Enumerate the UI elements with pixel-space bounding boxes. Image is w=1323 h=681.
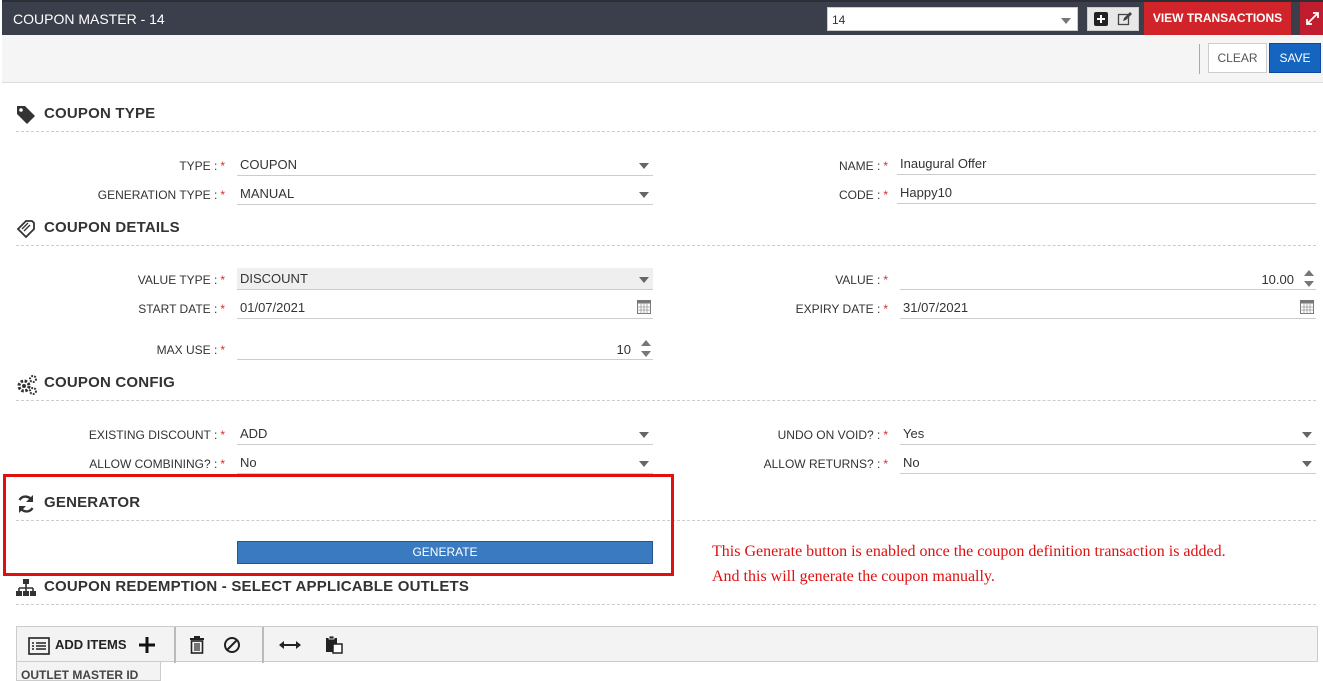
generation-type-select[interactable]: MANUAL bbox=[237, 183, 653, 205]
existing-discount-select[interactable]: ADD bbox=[237, 423, 653, 445]
chevron-down-icon bbox=[639, 192, 649, 198]
stepper-down-icon[interactable] bbox=[641, 351, 651, 357]
section-coupon-config: COUPON CONFIG bbox=[16, 372, 316, 395]
stepper-up-icon[interactable] bbox=[1304, 270, 1314, 276]
sitemap-icon bbox=[16, 579, 36, 596]
allow-combining-label: ALLOW COMBINING? : * bbox=[89, 457, 225, 471]
view-transactions-button[interactable]: VIEW TRANSACTIONS bbox=[1144, 2, 1291, 35]
allow-returns-select[interactable]: No bbox=[900, 452, 1316, 474]
start-date-input[interactable]: 01/07/2021 bbox=[237, 297, 653, 319]
expiry-date-input[interactable]: 31/07/2021 bbox=[900, 297, 1316, 319]
allow-combining-select[interactable]: No bbox=[237, 452, 653, 474]
value-type-label: VALUE TYPE : * bbox=[137, 273, 225, 287]
column-header-outlet-master-id[interactable]: OUTLET MASTER ID bbox=[16, 662, 161, 681]
name-label: NAME : * bbox=[838, 159, 888, 173]
divider bbox=[16, 131, 1316, 132]
undo-on-void-select[interactable]: Yes bbox=[900, 423, 1316, 445]
divider bbox=[16, 604, 1316, 605]
action-toolbar: CLEAR SAVE bbox=[2, 35, 1323, 83]
ticket-icon bbox=[16, 220, 35, 239]
stepper-up-icon[interactable] bbox=[641, 340, 651, 346]
paste-icon[interactable] bbox=[325, 636, 343, 654]
window-title: COUPON MASTER - 14 bbox=[13, 11, 165, 27]
trash-icon[interactable] bbox=[189, 636, 205, 654]
expiry-date-label: EXPIRY DATE : * bbox=[795, 302, 888, 316]
max-use-label: MAX USE : * bbox=[156, 343, 225, 357]
annotation-note: This Generate button is enabled once the… bbox=[712, 539, 1226, 589]
section-title: COUPON CONFIG bbox=[44, 374, 175, 391]
chevron-down-icon bbox=[639, 277, 649, 283]
add-icon[interactable] bbox=[1093, 11, 1109, 27]
section-title: COUPON DETAILS bbox=[44, 219, 180, 236]
type-label: TYPE : * bbox=[179, 159, 225, 173]
max-use-stepper[interactable] bbox=[641, 339, 651, 359]
section-coupon-type: COUPON TYPE bbox=[16, 103, 316, 125]
code-input[interactable]: Happy10 bbox=[897, 182, 1316, 204]
record-actions bbox=[1087, 7, 1139, 31]
value-stepper[interactable] bbox=[1304, 269, 1314, 289]
divider bbox=[16, 245, 1316, 246]
chevron-down-icon bbox=[1061, 18, 1071, 24]
value-label: VALUE : * bbox=[835, 273, 888, 287]
chevron-down-icon bbox=[639, 461, 649, 467]
start-date-label: START DATE : * bbox=[138, 302, 225, 316]
section-title: COUPON REDEMPTION - SELECT APPLICABLE OU… bbox=[44, 578, 470, 595]
toolbar-divider bbox=[262, 627, 264, 663]
undo-on-void-label: UNDO ON VOID? : * bbox=[777, 428, 888, 442]
value-input[interactable]: 10.00 bbox=[900, 268, 1316, 290]
chevron-down-icon bbox=[1302, 432, 1312, 438]
calendar-icon[interactable] bbox=[1300, 300, 1314, 314]
note-line-1: This Generate button is enabled once the… bbox=[712, 543, 1226, 560]
existing-discount-label: EXISTING DISCOUNT : * bbox=[88, 428, 225, 442]
highlight-box bbox=[3, 474, 674, 576]
resize-columns-icon[interactable] bbox=[278, 636, 302, 654]
chevron-down-icon bbox=[1302, 461, 1312, 467]
note-line-2: And this will generate the coupon manual… bbox=[712, 568, 995, 585]
value-type-select[interactable]: DISCOUNT bbox=[237, 268, 653, 290]
gears-icon bbox=[17, 375, 37, 395]
section-coupon-details: COUPON DETAILS bbox=[16, 217, 316, 239]
toolbar-divider bbox=[1199, 44, 1200, 74]
stepper-down-icon[interactable] bbox=[1304, 281, 1314, 287]
generation-type-label: GENERATION TYPE : * bbox=[97, 188, 225, 202]
chevron-down-icon bbox=[639, 163, 649, 169]
plus-icon[interactable] bbox=[138, 636, 156, 654]
toolbar-divider bbox=[174, 627, 176, 663]
title-bar: COUPON MASTER - 14 14 VIEW TRANSACTIONS bbox=[2, 0, 1323, 35]
section-coupon-redemption: COUPON REDEMPTION - SELECT APPLICABLE OU… bbox=[16, 576, 616, 598]
add-items-button[interactable]: ADD ITEMS bbox=[55, 637, 127, 652]
list-icon bbox=[28, 637, 50, 655]
record-select[interactable]: 14 bbox=[827, 7, 1078, 31]
allow-returns-label: ALLOW RETURNS? : * bbox=[763, 457, 888, 471]
max-use-input[interactable]: 10 bbox=[237, 338, 653, 360]
save-button[interactable]: SAVE bbox=[1269, 43, 1321, 73]
tag-icon bbox=[17, 106, 35, 124]
edit-icon[interactable] bbox=[1117, 11, 1133, 27]
divider bbox=[16, 400, 1316, 401]
type-select[interactable]: COUPON bbox=[237, 154, 653, 176]
clear-button[interactable]: CLEAR bbox=[1208, 43, 1267, 73]
code-label: CODE : * bbox=[838, 188, 888, 202]
chevron-down-icon bbox=[639, 432, 649, 438]
expand-button[interactable] bbox=[1300, 2, 1323, 35]
section-title: COUPON TYPE bbox=[44, 105, 156, 122]
cancel-icon[interactable] bbox=[223, 636, 241, 654]
expand-icon bbox=[1306, 12, 1319, 25]
name-input[interactable]: Inaugural Offer bbox=[897, 153, 1316, 175]
grid-toolbar: ADD ITEMS bbox=[16, 626, 1318, 663]
record-select-value: 14 bbox=[832, 13, 846, 27]
calendar-icon[interactable] bbox=[637, 300, 651, 314]
